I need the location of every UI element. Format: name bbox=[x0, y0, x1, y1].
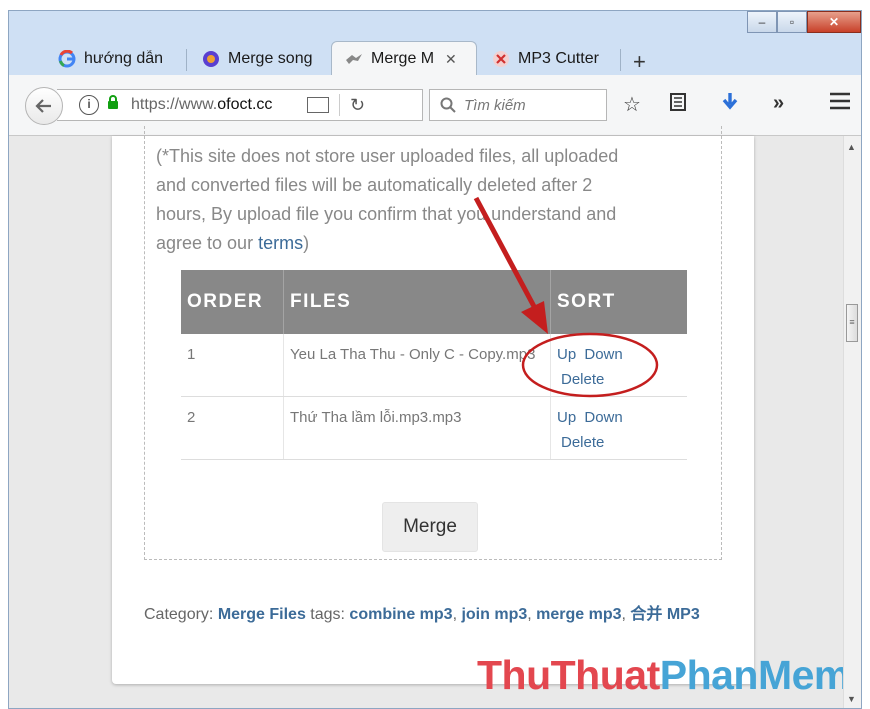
close-window-button[interactable]: ✕ bbox=[807, 11, 861, 33]
tag-link[interactable]: merge mp3 bbox=[536, 606, 621, 623]
tab-mp3-cutter[interactable]: MP3 Cutter bbox=[479, 43, 621, 75]
scroll-thumb[interactable]: ≡ bbox=[846, 304, 858, 342]
scissors-icon bbox=[491, 49, 511, 69]
tag-link[interactable]: combine mp3 bbox=[349, 606, 452, 623]
close-tab-icon[interactable]: ✕ bbox=[445, 51, 457, 68]
up-link[interactable]: Up bbox=[557, 346, 576, 363]
vertical-scrollbar[interactable]: ▲ ≡ ▼ bbox=[843, 136, 861, 708]
table-row: 1 Yeu La Tha Thu - Only C - Copy.mp3 Up … bbox=[181, 334, 687, 397]
bird-icon bbox=[344, 49, 364, 69]
tab-google-search[interactable]: hướng dẫn bbox=[45, 43, 187, 75]
table-row: 2 Thứ Tha lầm lỗi.mp3.mp3 Up Down Delete bbox=[181, 396, 687, 460]
category-link[interactable]: Merge Files bbox=[218, 606, 306, 623]
order-cell: 1 bbox=[181, 334, 284, 397]
file-name-cell: Thứ Tha lầm lỗi.mp3.mp3 bbox=[283, 396, 551, 460]
tab-label: Merge song bbox=[228, 50, 313, 67]
hamburger-menu-icon[interactable] bbox=[829, 92, 851, 116]
download-icon[interactable] bbox=[721, 92, 739, 118]
down-link[interactable]: Down bbox=[584, 409, 622, 426]
files-table: ORDER FILES SORT 1 Yeu La Tha Thu - Only… bbox=[181, 270, 687, 460]
google-icon bbox=[57, 49, 77, 69]
sort-cell: Up Down Delete bbox=[550, 334, 687, 397]
window-controls: ‒ ▫ ✕ bbox=[747, 11, 861, 35]
overflow-menu-icon[interactable]: » bbox=[773, 92, 784, 115]
watermark-logo: ThuThuatPhanMem.vn bbox=[477, 652, 861, 698]
down-link[interactable]: Down bbox=[584, 346, 622, 363]
page-card: (*This site does not store user uploaded… bbox=[112, 126, 754, 684]
scroll-up-icon[interactable]: ▲ bbox=[847, 142, 856, 152]
bookmark-star-icon[interactable]: ☆ bbox=[623, 92, 641, 117]
notice-text: (*This site does not store user uploaded… bbox=[156, 146, 619, 253]
tab-strip: hướng dẫn Merge song Merge M ✕ MP3 Cutte… bbox=[9, 39, 861, 76]
lock-icon bbox=[107, 95, 119, 115]
file-name-cell: Yeu La Tha Thu - Only C - Copy.mp3 bbox=[283, 334, 551, 397]
minimize-button[interactable]: ‒ bbox=[747, 11, 777, 33]
search-input[interactable]: Tìm kiếm bbox=[429, 89, 607, 121]
new-tab-button[interactable]: + bbox=[633, 49, 646, 75]
tab-label: MP3 Cutter bbox=[518, 50, 599, 67]
delete-link[interactable]: Delete bbox=[561, 367, 677, 392]
tag-link[interactable]: 合并 MP3 bbox=[630, 606, 699, 623]
merge-button[interactable]: Merge bbox=[382, 502, 478, 552]
tag-link[interactable]: join mp3 bbox=[461, 606, 527, 623]
library-icon[interactable] bbox=[669, 92, 687, 118]
sort-cell: Up Down Delete bbox=[550, 396, 687, 460]
tab-merge-song[interactable]: Merge song bbox=[189, 43, 329, 75]
category-tags: Category: Merge Files tags: combine mp3,… bbox=[144, 606, 700, 623]
reload-icon[interactable]: ↻ bbox=[350, 95, 365, 116]
url-text[interactable]: https://www.ofoct.cc bbox=[131, 96, 297, 114]
back-button[interactable] bbox=[25, 87, 63, 125]
header-sort: SORT bbox=[550, 270, 687, 334]
search-placeholder: Tìm kiếm bbox=[464, 96, 526, 114]
delete-link[interactable]: Delete bbox=[561, 430, 677, 455]
browser-window: ‒ ▫ ✕ hướng dẫn Merge song Merge M ✕ MP3… bbox=[8, 10, 862, 709]
purple-circle-icon bbox=[201, 49, 221, 69]
tab-label: hướng dẫn bbox=[84, 50, 164, 67]
url-bar[interactable]: i https://www.ofoct.cc ↻ bbox=[57, 89, 423, 121]
header-order: ORDER bbox=[181, 270, 284, 334]
header-files: FILES bbox=[283, 270, 551, 334]
tab-label: Merge M bbox=[371, 50, 435, 67]
page-viewport: (*This site does not store user uploaded… bbox=[9, 126, 861, 708]
tab-merge-mp3-active[interactable]: Merge M ✕ bbox=[331, 41, 477, 76]
info-icon[interactable]: i bbox=[79, 95, 99, 115]
up-link[interactable]: Up bbox=[557, 409, 576, 426]
terms-link[interactable]: terms bbox=[258, 233, 303, 253]
order-cell: 2 bbox=[181, 396, 284, 460]
reader-view-icon[interactable] bbox=[307, 97, 329, 113]
search-icon bbox=[440, 97, 456, 113]
scroll-down-icon[interactable]: ▼ bbox=[847, 694, 856, 704]
maximize-button[interactable]: ▫ bbox=[777, 11, 807, 33]
back-arrow-icon bbox=[35, 99, 51, 113]
